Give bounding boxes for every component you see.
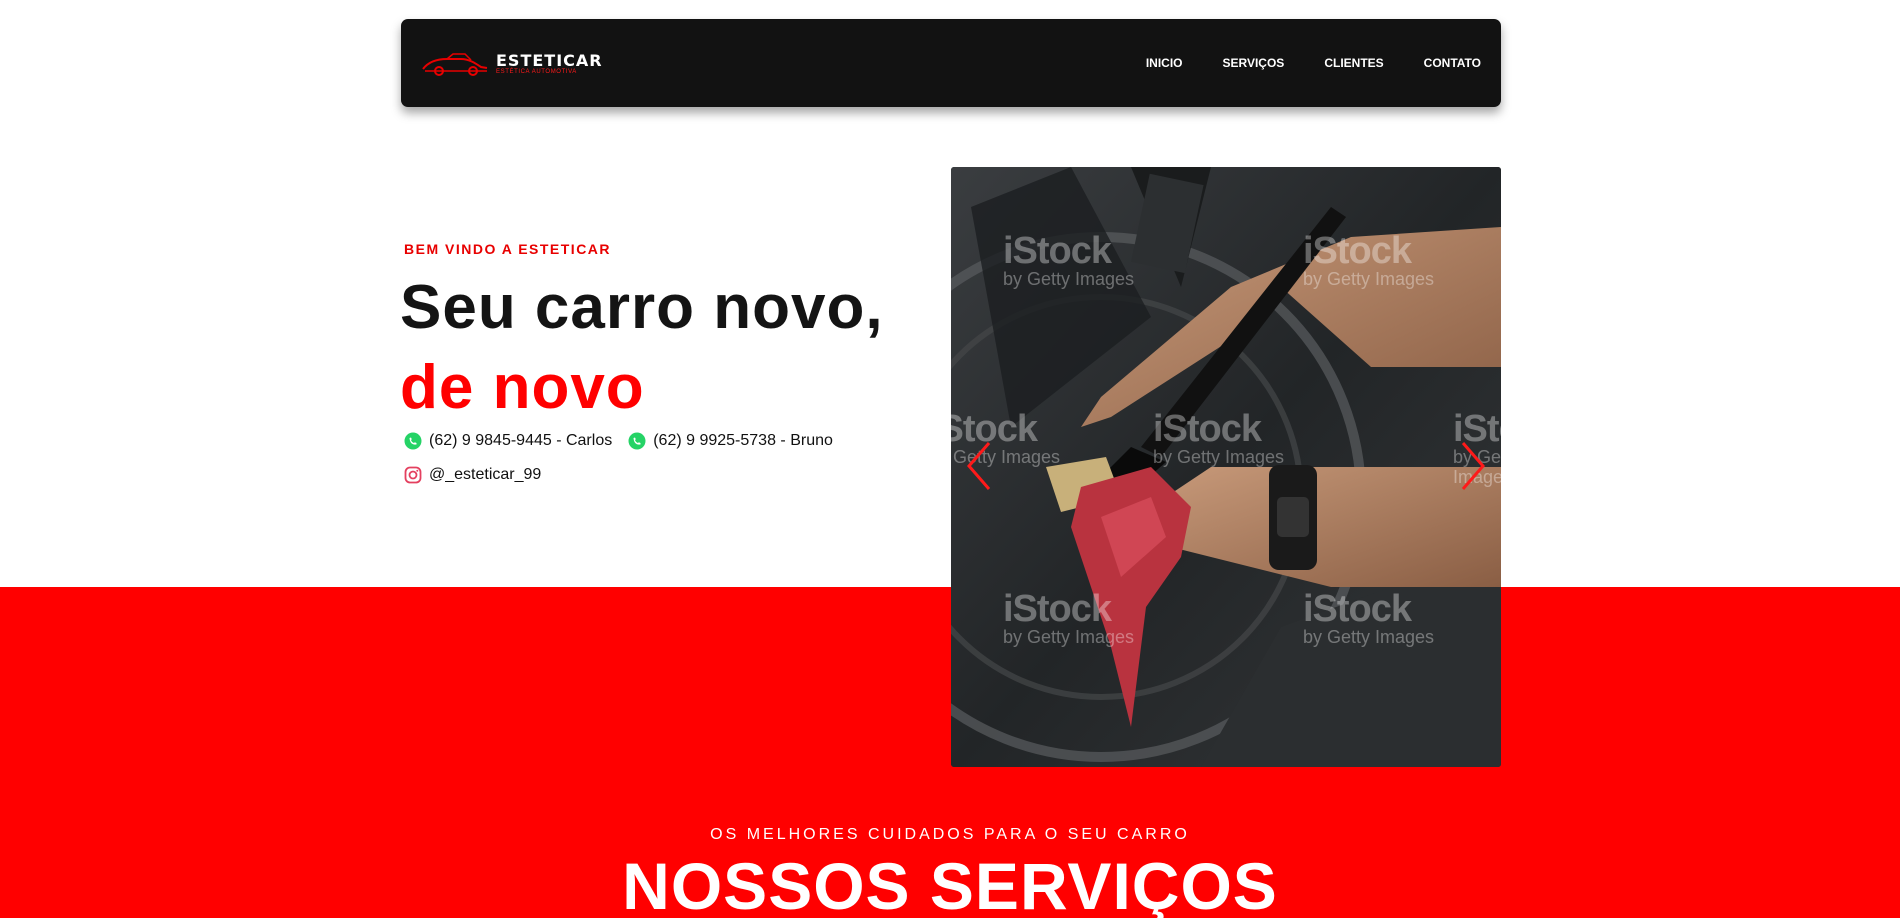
welcome-label: BEM VINDO A ESTETICAR bbox=[404, 241, 612, 257]
logo[interactable]: ESTETICAR ESTÉTICA AUTOMOTIVA bbox=[421, 49, 603, 79]
watermark: iStockby Getty Images bbox=[1003, 230, 1135, 289]
chevron-left-icon[interactable] bbox=[963, 439, 993, 493]
whatsapp-icon bbox=[404, 432, 422, 450]
nav-link-clientes[interactable]: CLIENTES bbox=[1324, 56, 1383, 70]
phone-bruno-text: (62) 9 9925-5738 - Bruno bbox=[653, 432, 833, 449]
logo-subtext: ESTÉTICA AUTOMOTIVA bbox=[496, 69, 577, 75]
contact-row-instagram: @_esteticar_99 bbox=[404, 466, 557, 484]
chevron-right-icon[interactable] bbox=[1459, 439, 1489, 493]
headline-line-2: de novo bbox=[400, 353, 645, 422]
navbar: ESTETICAR ESTÉTICA AUTOMOTIVA INICIO SER… bbox=[401, 19, 1501, 107]
phone-carlos-text: (62) 9 9845-9445 - Carlos bbox=[429, 432, 613, 449]
nav-link-servicos[interactable]: SERVIÇOS bbox=[1223, 56, 1285, 70]
services-subtitle: OS MELHORES CUIDADOS PARA O SEU CARRO bbox=[710, 826, 1190, 843]
car-logo-icon bbox=[422, 53, 488, 76]
nav-link-inicio[interactable]: INICIO bbox=[1146, 56, 1183, 70]
contact-instagram[interactable]: @_esteticar_99 bbox=[404, 466, 541, 484]
hero-headline: Seu carro novo, de novo bbox=[400, 268, 884, 428]
hero-carousel[interactable]: iStock by Getty Images iStock by Getty Ima… bbox=[951, 167, 1501, 767]
contact-whatsapp-bruno[interactable]: (62) 9 9925-5738 - Bruno bbox=[628, 432, 833, 450]
watermark: iStockby Getty Images bbox=[1303, 588, 1435, 647]
instagram-handle: @_esteticar_99 bbox=[429, 466, 542, 483]
services-title: NOSSOS SERVIÇOS bbox=[622, 849, 1278, 918]
watermark: iStockby Getty Images bbox=[1003, 588, 1135, 647]
watermark: iStockby Getty Images bbox=[1153, 408, 1285, 467]
headline-line-1: Seu carro novo, bbox=[400, 273, 884, 342]
whatsapp-icon bbox=[628, 432, 646, 450]
contact-row-phones: (62) 9 9845-9445 - Carlos (62) 9 9925-57… bbox=[404, 432, 849, 450]
contact-whatsapp-carlos[interactable]: (62) 9 9845-9445 - Carlos bbox=[404, 432, 612, 450]
nav-menu: INICIO SERVIÇOS CLIENTES CONTATO bbox=[1146, 19, 1481, 107]
instagram-icon bbox=[404, 466, 422, 484]
logo-text: ESTETICAR bbox=[496, 51, 603, 70]
watermark: iStockby Getty Images bbox=[1303, 230, 1435, 289]
nav-link-contato[interactable]: CONTATO bbox=[1424, 56, 1481, 70]
